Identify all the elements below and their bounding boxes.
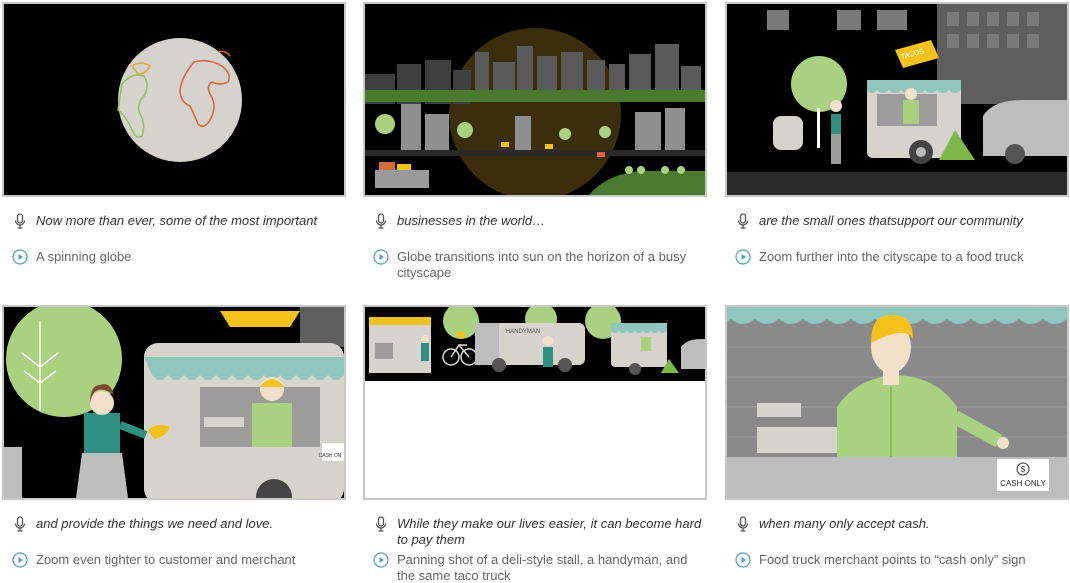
globe-scene — [4, 4, 344, 195]
action-text: A spinning globe — [36, 249, 132, 264]
cityscape-scene — [365, 4, 705, 195]
voiceover-line: and provide the things we need and love. — [12, 516, 346, 532]
voiceover-line: are the small ones thatsupport our commu… — [735, 213, 1069, 229]
action-text: Globe transitions into sun on the horizo… — [397, 249, 687, 280]
frame-thumbnail[interactable]: $ CASH ONLY — [725, 305, 1069, 500]
voiceover-line: businesses in the world… — [373, 213, 707, 229]
microphone-icon — [373, 213, 389, 229]
customer-merchant-scene: CASH ON — [4, 307, 344, 498]
action-line: Food truck merchant points to “cash only… — [735, 552, 1069, 568]
voiceover-text: when many only accept cash. — [759, 516, 930, 531]
microphone-icon — [373, 516, 389, 532]
play-circle-icon[interactable] — [735, 249, 751, 265]
microphone-icon — [12, 516, 28, 532]
action-line: Globe transitions into sun on the horizo… — [373, 249, 707, 281]
frame-thumbnail[interactable]: CASH ON — [2, 305, 346, 500]
action-line: Zoom even tighter to customer and mercha… — [12, 552, 346, 568]
frame-thumbnail[interactable]: HANDYMAN — [363, 305, 707, 500]
frame-thumbnail[interactable] — [363, 2, 707, 197]
action-text: Zoom even tighter to customer and mercha… — [36, 552, 296, 567]
voiceover-text: businesses in the world… — [397, 213, 546, 228]
frame-thumbnail[interactable] — [2, 2, 346, 197]
action-text: Panning shot of a deli-style stall, a ha… — [397, 552, 688, 583]
voiceover-text: While they make our lives easier, it can… — [397, 516, 702, 547]
cash-only-sign: CASH ON — [319, 453, 342, 459]
food-truck-scene: TACOS — [727, 4, 1067, 195]
handyman-sign: HANDYMAN — [506, 329, 540, 335]
action-line: Zoom further into the cityscape to a foo… — [735, 249, 1069, 265]
voiceover-line: While they make our lives easier, it can… — [373, 516, 707, 548]
cash-only-sign: CASH ONLY — [1000, 479, 1046, 488]
microphone-icon — [735, 516, 751, 532]
voiceover-text: Now more than ever, some of the most imp… — [36, 213, 318, 228]
panning-street-scene: HANDYMAN — [365, 307, 705, 498]
action-line: Panning shot of a deli-style stall, a ha… — [373, 552, 707, 583]
action-text: Food truck merchant points to “cash only… — [759, 552, 1026, 567]
voiceover-line: when many only accept cash. — [735, 516, 1069, 532]
voiceover-text: and provide the things we need and love. — [36, 516, 274, 531]
play-circle-icon[interactable] — [373, 249, 389, 265]
cash-only-scene: $ CASH ONLY — [727, 307, 1067, 498]
play-circle-icon[interactable] — [12, 249, 28, 265]
svg-text:$: $ — [1021, 465, 1026, 474]
voiceover-text: are the small ones thatsupport our commu… — [759, 213, 1023, 228]
microphone-icon — [735, 213, 751, 229]
frame-thumbnail[interactable]: TACOS — [725, 2, 1069, 197]
action-text: Zoom further into the cityscape to a foo… — [759, 249, 1024, 264]
microphone-icon — [12, 213, 28, 229]
play-circle-icon[interactable] — [735, 552, 751, 568]
play-circle-icon[interactable] — [373, 552, 389, 568]
voiceover-line: Now more than ever, some of the most imp… — [12, 213, 346, 229]
play-circle-icon[interactable] — [12, 552, 28, 568]
action-line: A spinning globe — [12, 249, 346, 265]
